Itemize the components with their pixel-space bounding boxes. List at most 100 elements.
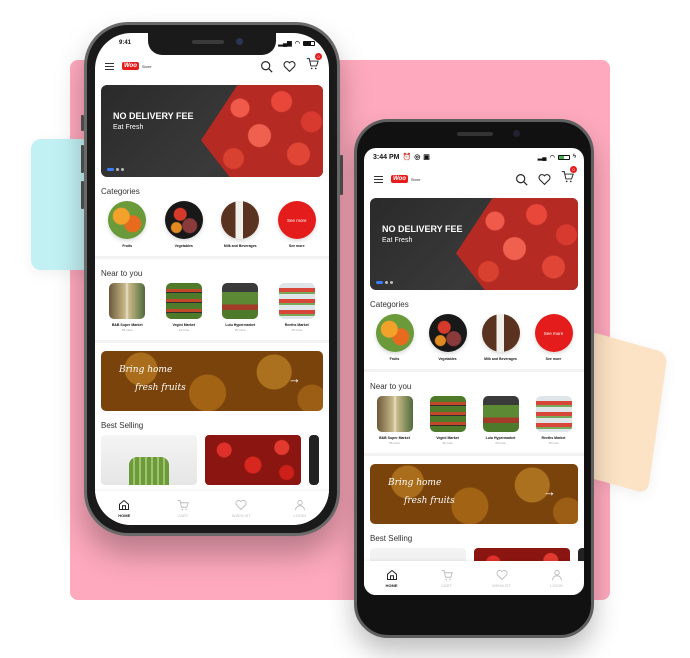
divider bbox=[95, 340, 329, 343]
tab-label: LOGIN bbox=[550, 582, 563, 588]
status-time: 9:41 bbox=[119, 40, 132, 46]
product-card-asparagus[interactable] bbox=[101, 435, 197, 485]
store-card[interactable]: Lulu Hypermarket 20 mins bbox=[476, 396, 526, 445]
arrow-right-icon[interactable]: → bbox=[288, 371, 301, 386]
heart-icon[interactable] bbox=[538, 173, 551, 186]
store-card[interactable]: B&B Super Market 55 mins bbox=[102, 283, 152, 332]
store-card[interactable]: Vegini Market 44 mins bbox=[423, 396, 473, 445]
signal-icon: ▂▄▆ bbox=[278, 40, 292, 47]
menu-icon[interactable] bbox=[105, 62, 114, 70]
store-time: 44 mins bbox=[178, 328, 189, 332]
strawberry-image bbox=[456, 198, 578, 290]
store-name: Reeths Market bbox=[284, 323, 309, 327]
app-bar-actions: 0 bbox=[260, 53, 322, 75]
categories-title: Categories bbox=[101, 187, 140, 196]
fresh-fruits-banner[interactable]: Bring home fresh fruits → bbox=[101, 351, 323, 411]
store-card[interactable]: B&B Super Market 55 mins bbox=[370, 396, 420, 445]
notification-icon: ◎ bbox=[414, 154, 421, 161]
strawberry-image bbox=[201, 85, 323, 177]
category-vegetables[interactable]: Vegetables bbox=[424, 314, 472, 361]
vegetables-image bbox=[164, 201, 203, 239]
store-time: 55 mins bbox=[389, 441, 400, 445]
store-card[interactable]: Lulu Hypermarket 20 mins bbox=[215, 283, 265, 332]
tab-login[interactable]: LOGIN bbox=[275, 499, 325, 518]
cart-button[interactable]: 0 bbox=[561, 166, 577, 188]
categories-list: Fruits Vegetables Milk and Beverages See… bbox=[364, 314, 584, 361]
divider bbox=[364, 453, 584, 456]
category-see-more[interactable]: See more See more bbox=[530, 314, 578, 361]
carousel-dot[interactable] bbox=[107, 168, 114, 171]
carousel-dot[interactable] bbox=[116, 168, 119, 171]
front-camera bbox=[513, 130, 520, 137]
store-name: B&B Super Market bbox=[379, 436, 410, 440]
category-label: Milk and Beverages bbox=[484, 357, 517, 361]
search-icon[interactable] bbox=[515, 173, 528, 186]
carousel-dot[interactable] bbox=[390, 281, 393, 284]
store-logo[interactable]: Woo Store bbox=[122, 62, 151, 70]
near-title: Near to you bbox=[370, 382, 412, 391]
cart-button[interactable]: 0 bbox=[306, 53, 322, 75]
milk-image bbox=[481, 314, 520, 352]
promo-banner[interactable]: NO DELIVERY FEE Eat Fresh bbox=[370, 198, 578, 290]
store-card[interactable]: Reeths Market 15 mins bbox=[272, 283, 322, 332]
category-milk-beverages[interactable]: Milk and Beverages bbox=[216, 201, 264, 248]
store-name: Reeths Market bbox=[541, 436, 566, 440]
app-bar: Woo Store 0 bbox=[95, 53, 329, 79]
status-time: 3:44 PM bbox=[373, 153, 400, 161]
category-fruits[interactable]: Fruits bbox=[371, 314, 419, 361]
category-milk-beverages[interactable]: Milk and Beverages bbox=[477, 314, 525, 361]
tab-cart[interactable]: CART bbox=[422, 569, 472, 588]
carousel-dot[interactable] bbox=[385, 281, 388, 284]
tab-wishlist[interactable]: WISHLIST bbox=[477, 569, 527, 588]
status-icons: ▂▄ ◠ ϟ bbox=[538, 154, 576, 161]
banner-subtitle: Eat Fresh bbox=[382, 237, 413, 244]
tab-cart[interactable]: CART bbox=[158, 499, 208, 518]
tab-label: HOME bbox=[118, 512, 131, 518]
categories-list: Fruits Vegetables Milk and Beverages See… bbox=[95, 201, 329, 248]
store-name: Vegini Market bbox=[172, 323, 196, 327]
battery-icon bbox=[303, 40, 315, 46]
carousel-dot[interactable] bbox=[121, 168, 124, 171]
store-card[interactable]: Reeths Market 15 mins bbox=[529, 396, 579, 445]
category-label: Vegetables bbox=[438, 357, 457, 361]
divider bbox=[95, 256, 329, 259]
store-name: Vegini Market bbox=[436, 436, 459, 440]
arrow-right-icon[interactable]: → bbox=[543, 484, 556, 499]
store-logo[interactable]: Woo Store bbox=[391, 175, 420, 183]
tab-label: CART bbox=[441, 582, 452, 588]
promo-banner[interactable]: NO DELIVERY FEE Eat Fresh bbox=[101, 85, 323, 177]
promo-line-1: Bring home bbox=[119, 365, 173, 375]
search-icon[interactable] bbox=[260, 60, 273, 73]
stores-list: B&B Super Market 55 mins Vegini Market 44 … bbox=[95, 283, 329, 332]
categories-title: Categories bbox=[370, 300, 409, 309]
category-vegetables[interactable]: Vegetables bbox=[160, 201, 208, 248]
store-card[interactable]: Vegini Market 44 mins bbox=[159, 283, 209, 332]
iphone-mockup: 9:41 ▂▄▆ ◠ Woo Store 0 NO DELIVERY FEE Eat… bbox=[81, 22, 343, 536]
store-image bbox=[109, 283, 146, 319]
tab-wishlist[interactable]: WISHLIST bbox=[216, 499, 266, 518]
tab-home[interactable]: HOME bbox=[367, 569, 417, 588]
charging-icon: ϟ bbox=[572, 154, 576, 160]
carousel-dot[interactable] bbox=[376, 281, 383, 284]
logo-text: Store bbox=[410, 176, 421, 182]
store-image bbox=[429, 396, 466, 432]
category-fruits[interactable]: Fruits bbox=[103, 201, 151, 248]
home-icon bbox=[386, 569, 397, 580]
fresh-fruits-banner[interactable]: Bring home fresh fruits → bbox=[370, 464, 578, 524]
speaker bbox=[192, 40, 224, 44]
cart-icon bbox=[441, 569, 453, 580]
menu-icon[interactable] bbox=[374, 175, 383, 183]
product-card[interactable] bbox=[309, 435, 319, 485]
divider bbox=[364, 369, 584, 372]
status-icons: ▂▄▆ ◠ bbox=[278, 40, 315, 47]
see-more-badge: See more bbox=[277, 201, 316, 239]
product-card-tomatoes[interactable] bbox=[205, 435, 301, 485]
tab-home[interactable]: HOME bbox=[99, 499, 149, 518]
logo-text: Store bbox=[141, 63, 152, 69]
tab-login[interactable]: LOGIN bbox=[532, 569, 582, 588]
heart-icon[interactable] bbox=[283, 60, 296, 73]
category-label: Fruits bbox=[122, 244, 133, 248]
category-see-more[interactable]: See more See more bbox=[273, 201, 321, 248]
category-label: Vegetables bbox=[174, 244, 193, 248]
calendar-icon: ▣ bbox=[423, 154, 430, 161]
